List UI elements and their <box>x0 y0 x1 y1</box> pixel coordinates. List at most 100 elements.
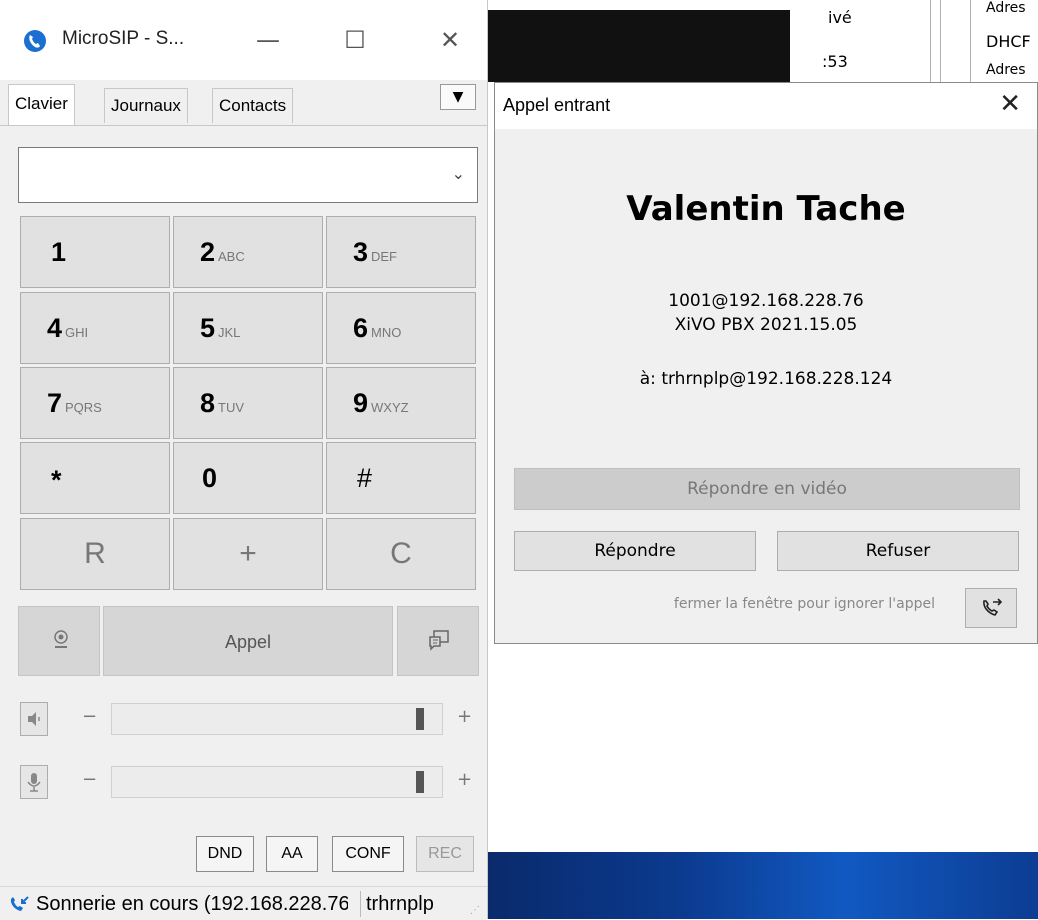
dialog-title-bar: Appel entrant ✕ <box>495 83 1037 129</box>
dnd-button[interactable]: DND <box>196 836 254 872</box>
resize-grip-icon[interactable]: ⋰ <box>470 905 480 916</box>
call-transfer-icon <box>983 598 1003 616</box>
tab-journaux[interactable]: Journaux <box>104 88 188 123</box>
dial-number-combobox[interactable]: ⌄ <box>18 147 478 203</box>
key-letters: JKL <box>218 325 241 340</box>
key-label: R <box>84 537 106 570</box>
call-button[interactable]: Appel <box>103 606 393 676</box>
chat-icon <box>429 630 449 651</box>
microphone-icon[interactable] <box>20 765 48 799</box>
key-2[interactable]: 2 ABC <box>173 216 323 288</box>
key-0[interactable]: 0 <box>173 442 323 514</box>
key-label: + <box>239 537 257 570</box>
key-digit: * <box>51 465 62 495</box>
microsip-logo-icon <box>24 30 46 52</box>
key-digit: 0 <box>202 463 218 493</box>
video-call-button[interactable] <box>18 606 100 676</box>
mic-increase[interactable]: + <box>457 769 472 790</box>
key-letters: WXYZ <box>371 400 409 415</box>
key-star[interactable]: * <box>20 442 170 514</box>
key-plus[interactable]: + <box>173 518 323 590</box>
desktop-taskbar <box>485 852 1038 919</box>
dial-number-input[interactable] <box>25 158 429 192</box>
title-bar: MicroSIP - S... — ☐ ✕ <box>0 0 487 80</box>
background-window-dark <box>485 10 790 82</box>
key-label: C <box>390 537 412 570</box>
record-button[interactable]: REC <box>416 836 474 872</box>
background-divider <box>970 0 971 82</box>
status-bar: Sonnerie en cours (192.168.228.76) trhrn… <box>0 886 487 920</box>
key-7[interactable]: 7 PQRS <box>20 367 170 439</box>
key-3[interactable]: 3 DEF <box>326 216 476 288</box>
called-line: à: trhrnplp@192.168.228.124 <box>639 369 893 389</box>
background-divider <box>930 0 931 82</box>
key-digit: 7 <box>47 388 63 418</box>
key-clear[interactable]: C <box>326 518 476 590</box>
microphone-volume-slider[interactable] <box>111 766 443 798</box>
speaker-icon[interactable] <box>20 702 48 736</box>
key-letters: GHI <box>65 325 89 340</box>
background-divider <box>940 0 941 82</box>
key-r[interactable]: R <box>20 518 170 590</box>
background-text: Adres <box>986 0 1026 16</box>
key-letters: PQRS <box>65 400 102 415</box>
dialog-close-button[interactable]: ✕ <box>999 89 1021 119</box>
key-letters: TUV <box>218 400 244 415</box>
tab-contacts[interactable]: Contacts <box>212 88 294 123</box>
key-8[interactable]: 8 TUV <box>173 367 323 439</box>
key-digit: 8 <box>200 388 216 418</box>
key-5[interactable]: 5 JKL <box>173 292 323 364</box>
answer-video-button[interactable]: Répondre en vidéo <box>514 468 1020 510</box>
key-letters: DEF <box>371 249 397 264</box>
ignore-hint-text: fermer la fenêtre pour ignorer l'appel <box>673 596 935 612</box>
key-1[interactable]: 1 <box>20 216 170 288</box>
background-text: DHCF <box>986 32 1031 51</box>
key-digit: 1 <box>51 237 67 267</box>
key-digit: 6 <box>353 313 369 343</box>
minimize-button[interactable]: — <box>248 22 288 58</box>
background-text: :53 <box>822 52 848 71</box>
slider-thumb[interactable] <box>416 708 424 730</box>
incoming-call-icon <box>10 896 29 911</box>
auto-answer-button[interactable]: AA <box>266 836 318 872</box>
incoming-call-dialog: Appel entrant ✕ Valentin Tache 1001@192.… <box>494 82 1038 644</box>
key-digit: 5 <box>200 313 216 343</box>
status-account: trhrnplp <box>366 893 434 915</box>
close-button[interactable]: ✕ <box>430 22 470 58</box>
key-letters: ABC <box>218 249 245 264</box>
background-text: Adres <box>986 62 1026 78</box>
caller-name: Valentin Tache <box>626 189 906 229</box>
tab-bar: Clavier Journaux Contacts <box>0 84 487 126</box>
dialog-title: Appel entrant <box>503 95 611 115</box>
maximize-button[interactable]: ☐ <box>335 22 375 58</box>
reject-button[interactable]: Refuser <box>777 531 1019 571</box>
key-9[interactable]: 9 WXYZ <box>326 367 476 439</box>
window-title: MicroSIP - S... <box>62 28 185 49</box>
answer-button[interactable]: Répondre <box>514 531 756 571</box>
key-letters: MNO <box>371 325 402 340</box>
caller-agent: XiVO PBX 2021.15.05 <box>674 315 858 335</box>
key-digit: 3 <box>353 237 369 267</box>
mic-decrease[interactable]: − <box>82 769 97 790</box>
volume-increase[interactable]: + <box>457 706 472 727</box>
slider-thumb[interactable] <box>416 771 424 793</box>
key-digit: 2 <box>200 237 216 267</box>
key-4[interactable]: 4 GHI <box>20 292 170 364</box>
status-separator <box>360 891 361 917</box>
message-button[interactable] <box>397 606 479 676</box>
microsip-window: MicroSIP - S... — ☐ ✕ Clavier Journaux C… <box>0 0 488 920</box>
key-hash[interactable]: # <box>326 442 476 514</box>
status-text: Sonnerie en cours (192.168.228.76) <box>36 893 348 915</box>
chevron-down-icon[interactable]: ⌄ <box>452 164 465 183</box>
key-digit: # <box>357 463 373 493</box>
transfer-call-button[interactable] <box>965 588 1017 628</box>
webcam-icon <box>54 630 68 648</box>
speaker-volume-slider[interactable] <box>111 703 443 735</box>
tab-clavier[interactable]: Clavier <box>8 84 75 125</box>
tab-divider <box>0 125 487 126</box>
menu-dropdown-button[interactable]: ▼ <box>440 84 476 110</box>
volume-decrease[interactable]: − <box>82 706 97 727</box>
key-6[interactable]: 6 MNO <box>326 292 476 364</box>
caller-uri: 1001@192.168.228.76 <box>668 291 864 311</box>
conference-button[interactable]: CONF <box>332 836 404 872</box>
